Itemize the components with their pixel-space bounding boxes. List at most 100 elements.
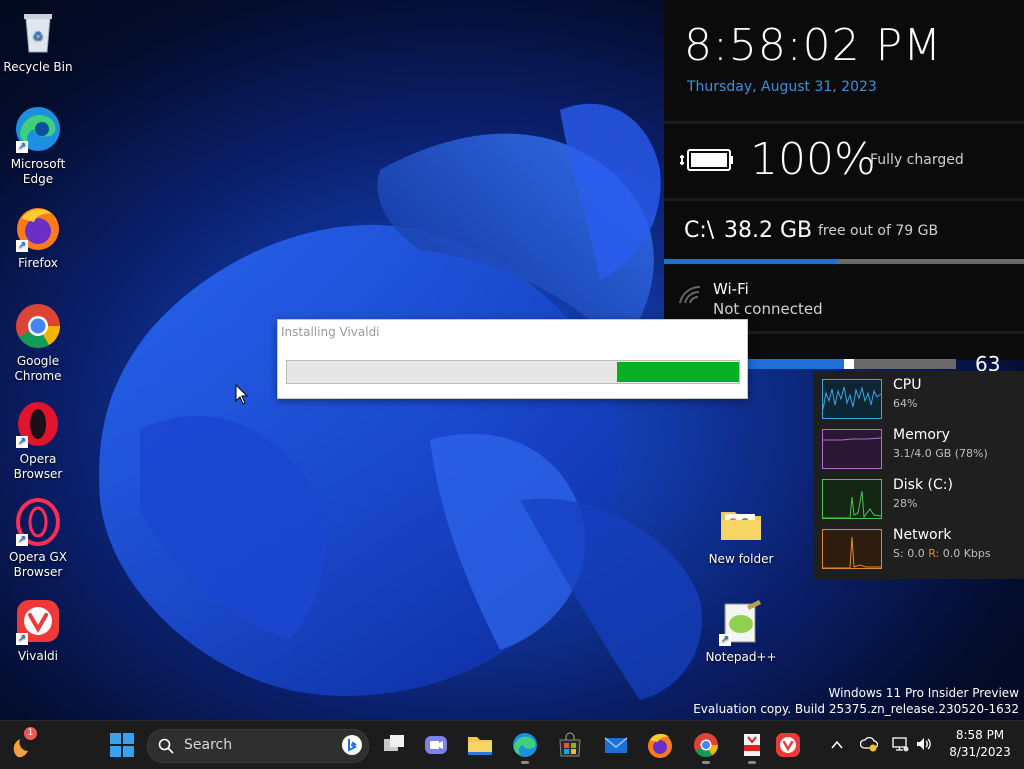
bing-icon[interactable] — [342, 735, 362, 755]
network-send-label: S: — [893, 547, 904, 560]
desktop-icon-label: Firefox — [18, 256, 58, 270]
network-value: S: 0.0 R: 0.0 Kbps — [893, 547, 991, 560]
battery-percent: 100% — [750, 134, 876, 185]
installer-dialog: Installing Vivaldi — [277, 319, 748, 399]
installer-title: Installing Vivaldi — [281, 325, 380, 339]
taskbar-clock[interactable]: 8:58 PM 8/31/2023 — [948, 727, 1012, 761]
desktop-icon-opera-gx[interactable]: ↗ Opera GX Browser — [0, 498, 76, 580]
mail-icon[interactable] — [602, 731, 630, 759]
windows-logo-icon — [110, 733, 134, 757]
desktop-icon-notepad-plus-plus[interactable]: ↗ Notepad++ — [703, 598, 779, 665]
weather-widget-icon[interactable]: 1 — [10, 727, 38, 759]
vivaldi-taskbar-icon[interactable] — [774, 731, 802, 759]
firefox-taskbar-icon[interactable] — [646, 731, 674, 759]
edge-taskbar-icon[interactable] — [511, 731, 539, 764]
network-icon[interactable] — [891, 735, 909, 753]
drive-usage-bar — [664, 259, 1024, 264]
taskbar-search-box[interactable]: Search — [147, 729, 369, 763]
clock-time: 8:58 PM — [955, 728, 1005, 742]
chevron-up-icon[interactable] — [830, 737, 844, 751]
clock-date: 8/31/2023 — [949, 745, 1011, 759]
desktop-icon-label: Opera GX Browser — [8, 550, 68, 579]
teams-chat-icon[interactable] — [422, 731, 450, 759]
desktop-icon-edge[interactable]: ↗ Microsoft Edge — [0, 105, 76, 187]
notification-badge: 1 — [24, 727, 37, 740]
windows-watermark: Windows 11 Pro Insider Preview Evaluatio… — [693, 685, 1019, 717]
disk-row[interactable]: Disk (C:) 28% — [813, 471, 1024, 521]
shortcut-arrow-icon: ↗ — [719, 634, 731, 646]
shortcut-arrow-icon: ↗ — [16, 141, 28, 153]
network-receive-label: R: — [928, 547, 940, 560]
memory-row[interactable]: Memory 3.1/4.0 GB (78%) — [813, 421, 1024, 471]
search-placeholder: Search — [184, 737, 233, 753]
disk-value: 28% — [893, 497, 918, 510]
drive-usage-fill — [664, 259, 837, 264]
running-indicator — [748, 761, 756, 764]
divider — [664, 198, 1024, 201]
wifi-status: Not connected — [713, 300, 823, 318]
taskbar: 1 Search 8:58 PM 8/31/2023 — [0, 720, 1024, 769]
watermark-edition: Windows 11 Pro Insider Preview — [828, 686, 1019, 700]
notepad-plus-plus-icon: ↗ — [717, 598, 765, 646]
shortcut-arrow-icon: ↗ — [16, 633, 28, 645]
task-manager-mini-panel: CPU 64% Memory 3.1/4.0 GB (78%) Disk (C:… — [813, 371, 1024, 579]
memory-graph — [822, 429, 882, 469]
folder-icon — [717, 500, 765, 548]
desktop-icon-label: Recycle Bin — [3, 60, 73, 74]
start-button[interactable] — [108, 731, 136, 759]
desktop-icon-label: Microsoft Edge — [10, 157, 66, 186]
task-view-icon[interactable] — [380, 731, 408, 759]
disk-graph — [822, 479, 882, 519]
desktop-icon-chrome[interactable]: Google Chrome — [0, 302, 76, 384]
desktop-icon-label: Vivaldi — [17, 649, 59, 663]
running-indicator — [521, 761, 529, 764]
edge-icon: ↗ — [14, 105, 62, 153]
memory-label: Memory — [893, 427, 950, 443]
volume-thumb[interactable] — [843, 359, 854, 369]
cpu-graph — [822, 379, 882, 419]
widget-date: Thursday, August 31, 2023 — [687, 79, 877, 95]
network-graph — [822, 529, 882, 569]
battery-status: Fully charged — [870, 152, 964, 168]
widget-time: 8:58:02 PM — [684, 20, 943, 71]
installer-taskbar-icon[interactable] — [738, 731, 766, 764]
desktop-icon-new-folder[interactable]: New folder — [703, 500, 779, 567]
file-explorer-icon[interactable] — [466, 731, 494, 759]
shortcut-arrow-icon: ↗ — [16, 240, 28, 252]
volume-icon[interactable] — [915, 735, 933, 753]
desktop-icon-firefox[interactable]: ↗ Firefox — [0, 204, 76, 271]
cpu-row[interactable]: CPU 64% — [813, 371, 1024, 421]
drive-letter: C:\ — [684, 218, 715, 243]
network-row[interactable]: Network S: 0.0 R: 0.0 Kbps — [813, 521, 1024, 571]
network-send-value: 0.0 — [907, 547, 925, 560]
microsoft-store-icon[interactable] — [556, 731, 584, 759]
opera-gx-icon: ↗ — [14, 498, 62, 546]
wifi-icon — [678, 283, 702, 305]
installer-progress-fill — [616, 362, 739, 382]
network-label: Network — [893, 527, 952, 543]
desktop-icon-opera[interactable]: ↗ Opera Browser — [0, 400, 76, 482]
memory-value: 3.1/4.0 GB (78%) — [893, 447, 988, 460]
desktop-icon-recycle-bin[interactable]: ♻ Recycle Bin — [0, 8, 76, 75]
desktop-icon-vivaldi[interactable]: ↗ Vivaldi — [0, 597, 76, 664]
network-receive-value: 0.0 Kbps — [942, 547, 991, 560]
vivaldi-icon: ↗ — [14, 597, 62, 645]
divider — [664, 121, 1024, 124]
cpu-label: CPU — [893, 377, 922, 393]
running-indicator — [702, 761, 710, 764]
disk-label: Disk (C:) — [893, 477, 953, 493]
desktop-icon-label: Opera Browser — [13, 452, 63, 481]
desktop-icon-label: Google Chrome — [14, 354, 62, 383]
opera-icon: ↗ — [14, 400, 62, 448]
battery-icon — [680, 145, 734, 175]
chrome-taskbar-icon[interactable] — [692, 731, 720, 764]
cloud-sync-icon[interactable] — [859, 735, 879, 753]
desktop-icon-label: Notepad++ — [705, 650, 777, 664]
installer-progress-bar — [286, 360, 740, 384]
drive-free: 38.2 GB — [724, 218, 813, 243]
chrome-icon — [14, 302, 62, 350]
drive-total: free out of 79 GB — [818, 223, 939, 239]
watermark-build: Evaluation copy. Build 25375.zn_release.… — [693, 702, 1019, 716]
shortcut-arrow-icon: ↗ — [16, 534, 28, 546]
firefox-icon: ↗ — [14, 204, 62, 252]
